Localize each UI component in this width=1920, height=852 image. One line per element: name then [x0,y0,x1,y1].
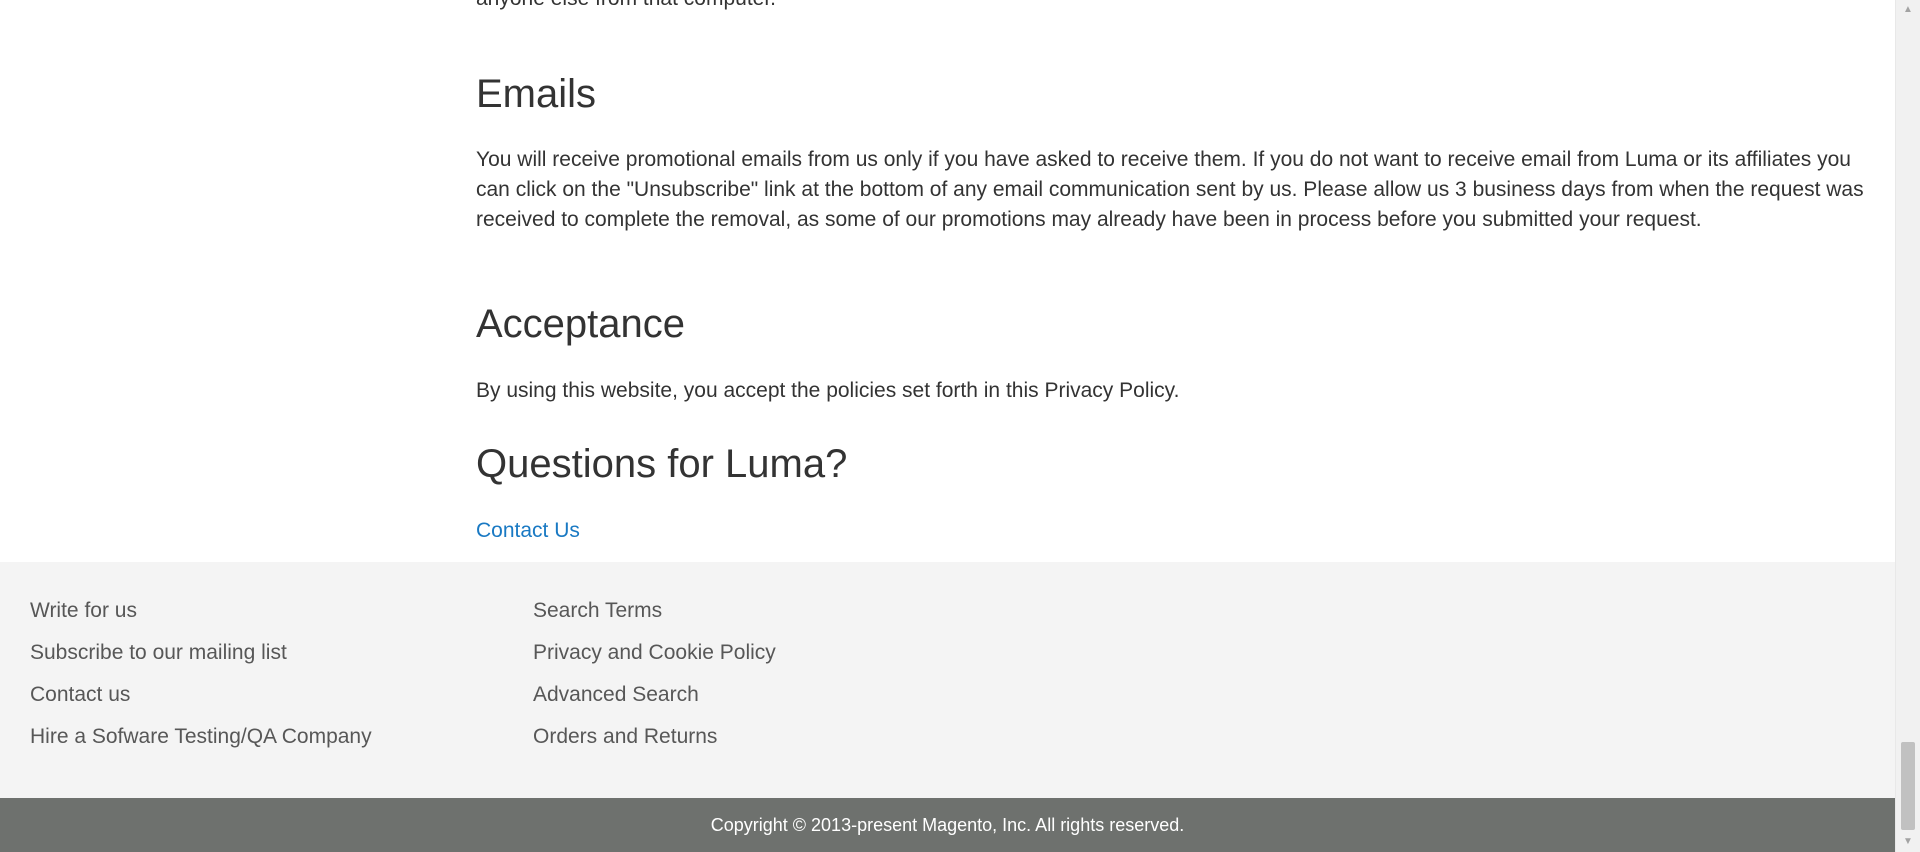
footer-link-item: Privacy and Cookie Policy [533,632,776,674]
footer-link-item: Write for us [30,590,372,632]
subscribe-mailing-list-link[interactable]: Subscribe to our mailing list [30,641,287,664]
footer-link-item: Hire a Sofware Testing/QA Company [30,716,372,758]
acceptance-heading: Acceptance [476,302,686,346]
footer-link-item: Advanced Search [533,674,776,716]
main-content: anyone else from that computer. Emails Y… [0,0,1895,562]
page: anyone else from that computer. Emails Y… [0,0,1920,852]
footer-link-item: Subscribe to our mailing list [30,632,372,674]
emails-heading: Emails [476,72,597,116]
acceptance-paragraph: By using this website, you accept the po… [476,379,1180,402]
vertical-scrollbar[interactable]: ▲ ▼ [1895,0,1920,852]
copyright-text: Copyright © 2013-present Magento, Inc. A… [710,815,1185,835]
scrollbar-thumb[interactable] [1901,742,1915,830]
footer-link-item: Search Terms [533,590,776,632]
contact-us-link[interactable]: Contact Us [476,516,580,546]
footer: Write for us Subscribe to our mailing li… [0,562,1895,798]
copyright-bar: Copyright © 2013-present Magento, Inc. A… [0,798,1895,852]
orders-returns-link[interactable]: Orders and Returns [533,725,717,748]
arrow-up-icon[interactable]: ▲ [1896,0,1920,20]
hire-qa-company-link[interactable]: Hire a Sofware Testing/QA Company [30,725,372,748]
write-for-us-link[interactable]: Write for us [30,599,137,622]
search-terms-link[interactable]: Search Terms [533,599,662,622]
footer-links-column-1: Write for us Subscribe to our mailing li… [30,590,372,758]
arrow-down-icon[interactable]: ▼ [1896,832,1920,852]
previous-paragraph-tail: anyone else from that computer. [476,0,1876,14]
footer-link-item: Orders and Returns [533,716,776,758]
emails-paragraph: You will receive promotional emails from… [476,148,1864,231]
footer-links-column-2: Search Terms Privacy and Cookie Policy A… [533,590,776,758]
footer-link-item: Contact us [30,674,372,716]
questions-heading: Questions for Luma? [476,442,848,486]
contact-us-footer-link[interactable]: Contact us [30,683,130,706]
privacy-cookie-policy-link[interactable]: Privacy and Cookie Policy [533,641,776,664]
advanced-search-link[interactable]: Advanced Search [533,683,699,706]
